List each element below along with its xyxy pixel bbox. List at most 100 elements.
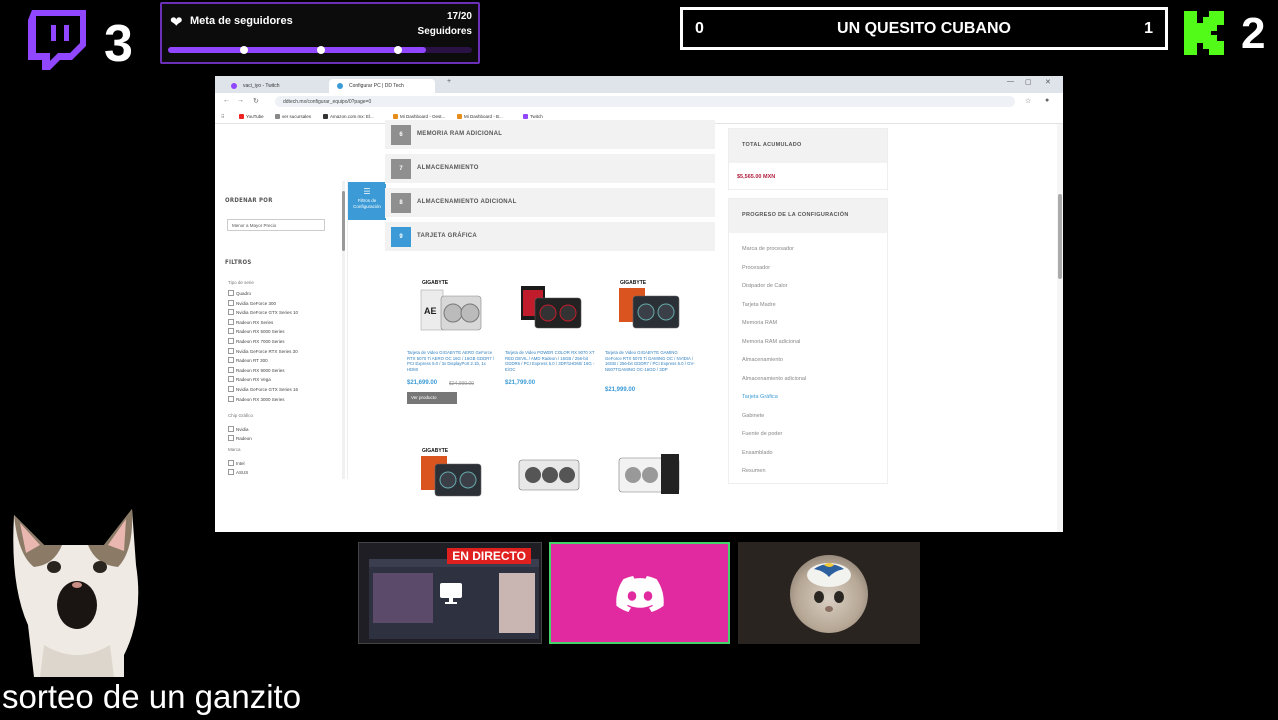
apps-icon[interactable]: ⠿ xyxy=(221,114,224,120)
filter-group-chip: Chip Gráfico xyxy=(228,413,254,418)
profile-icon[interactable]: ● xyxy=(1045,97,1049,104)
progress-step-item[interactable]: Fuente de poder xyxy=(742,431,782,437)
step-label: ALMACENAMIENTO xyxy=(417,165,479,171)
progress-step-item[interactable]: Disipador de Calor xyxy=(742,283,788,289)
filter-checkbox[interactable]: Radeon RX Vega xyxy=(228,376,271,382)
star-icon[interactable]: ☆ xyxy=(1025,97,1031,105)
step-row-active[interactable]: 9 TARJETA GRÁFICA xyxy=(385,222,715,252)
product-title[interactable]: Tarjeta de Video GIGABYTE AERO GeForce R… xyxy=(407,350,497,372)
close-icon[interactable]: ✕ xyxy=(1045,78,1051,86)
filter-checkbox[interactable]: Radeon RX 3000 Series xyxy=(228,396,285,402)
filter-checkbox[interactable]: Nvidia xyxy=(228,426,249,432)
kick-count: 2 xyxy=(1241,9,1266,58)
scrollbar-thumb[interactable] xyxy=(342,191,345,251)
bookmark-dashboard-1[interactable]: Mi Dashboard - Oest... xyxy=(393,114,445,119)
progress-step-item[interactable]: Almacenamiento xyxy=(742,357,783,363)
forward-icon[interactable]: → xyxy=(237,97,244,104)
gpu-product-image xyxy=(518,459,580,491)
step-label: MEMORIA RAM ADICIONAL xyxy=(417,131,503,137)
page-scrollbar[interactable] xyxy=(1057,124,1063,532)
filter-checkbox[interactable]: Intel xyxy=(228,460,245,466)
step-label: ALMACENAMIENTO ADICIONAL xyxy=(417,199,517,205)
product-title[interactable]: Tarjeta de Video POWER COLOR RX 9070 XT … xyxy=(505,350,595,372)
filter-checkbox[interactable]: Nvidia GeForce 300 xyxy=(228,300,276,306)
sort-select[interactable]: Menor a Mayor Precio xyxy=(227,219,325,231)
config-filters-button[interactable]: ☰ Filtros de Configuración xyxy=(348,182,386,220)
filter-checkbox[interactable]: Radeon RT 300 xyxy=(228,357,268,363)
svg-text:GIGABYTE: GIGABYTE xyxy=(422,448,449,454)
step-row[interactable]: 6 MEMORIA RAM ADICIONAL xyxy=(385,120,715,150)
goal-count: 17/20 Seguidores xyxy=(418,9,472,39)
product-title[interactable]: Tarjeta de Video GIGABYTE GAMING GeForce… xyxy=(605,350,695,372)
bookmark-sucursales[interactable]: ver sucursales xyxy=(275,114,311,119)
tab-ddtech[interactable]: Configurar PC | DD Tech xyxy=(329,79,435,93)
progress-step-item[interactable]: Almacenamiento adicional xyxy=(742,376,806,382)
sidebar-scrollbar[interactable] xyxy=(342,181,345,479)
back-icon[interactable]: ← xyxy=(223,97,230,104)
configurator-page: ORDENAR POR Menor a Mayor Precio FILTROS… xyxy=(215,120,1063,532)
new-tab-icon[interactable]: + xyxy=(447,78,451,85)
webcam-tile[interactable] xyxy=(738,542,920,644)
discord-icon xyxy=(616,576,664,612)
total-heading: TOTAL ACUMULADO xyxy=(729,129,887,163)
view-product-button[interactable]: Ver producto xyxy=(407,392,457,404)
filter-checkbox[interactable]: Radeon RX 5000 Series xyxy=(228,328,285,334)
filter-checkbox[interactable]: Quadro xyxy=(228,290,251,296)
minimize-icon[interactable]: — xyxy=(1007,78,1014,85)
filter-checkbox[interactable]: Radeon xyxy=(228,435,252,441)
score-right: 1 xyxy=(1144,20,1153,37)
progress-step-item[interactable]: Resumen xyxy=(742,468,766,474)
filter-checkbox[interactable]: Radeon RX Series xyxy=(228,319,273,325)
participant-tiles: EN DIRECTO xyxy=(358,542,922,646)
discord-tile[interactable] xyxy=(549,542,730,644)
tab-twitch[interactable]: vaci_iyo - Twitch xyxy=(223,79,327,93)
config-filters-label: Filtros de Configuración xyxy=(353,198,381,209)
bookmark-amazon[interactable]: Amazon.com.mx: El... xyxy=(323,114,374,119)
filter-group-series: Tipo de serie xyxy=(228,280,254,285)
filter-checkbox[interactable]: ASUS xyxy=(228,469,248,475)
twitch-logo-icon xyxy=(28,10,86,70)
heart-icon: ❤ xyxy=(170,14,183,31)
reload-icon[interactable]: ↻ xyxy=(253,97,259,105)
gpu-product-image xyxy=(521,286,582,329)
bookmark-youtube[interactable]: YouTube xyxy=(239,114,264,119)
filter-checkbox[interactable]: Nvidia GeForce GTX Series 10 xyxy=(228,309,298,315)
progress-step-item[interactable]: Procesador xyxy=(742,265,770,271)
step-row[interactable]: 8 ALMACENAMIENTO ADICIONAL xyxy=(385,188,715,218)
bookmark-twitch[interactable]: Twitch xyxy=(523,114,543,119)
goal-title: Meta de seguidores xyxy=(190,15,293,27)
progress-step-item[interactable]: Tarjeta Gráfica xyxy=(742,394,778,400)
stream-caption: sorteo de un ganzito xyxy=(2,678,302,715)
avatar xyxy=(790,555,868,633)
follower-goal-widget: ❤ Meta de seguidores 17/20 Seguidores xyxy=(160,2,480,64)
filter-checkbox[interactable]: Nvidia GeForce RTX Series 30 xyxy=(228,348,298,354)
scoreboard: 0 UN QUESITO CUBANO 1 xyxy=(680,7,1168,50)
svg-text:GIGABYTE: GIGABYTE xyxy=(620,280,647,286)
bookmark-dashboard-2[interactable]: Mi Dashboard - B... xyxy=(457,114,503,119)
tab-favicon-icon xyxy=(231,83,237,89)
filter-checkbox[interactable]: Radeon RX 7000 Series xyxy=(228,338,285,344)
step-row[interactable]: 7 ALMACENAMIENTO xyxy=(385,154,715,184)
filter-sidebar: ORDENAR POR Menor a Mayor Precio FILTROS… xyxy=(220,181,348,479)
filter-checkbox[interactable]: Nvidia GeForce GTX Series 16 xyxy=(228,386,298,392)
live-badge: EN DIRECTO xyxy=(447,548,531,564)
scrollbar-thumb[interactable] xyxy=(1058,194,1062,279)
step-number: 7 xyxy=(391,159,411,179)
filter-checkbox[interactable]: Radeon RX 9000 Series xyxy=(228,367,285,373)
progress-step-item[interactable]: Memoria RAM xyxy=(742,320,777,326)
url-field[interactable]: ddtech.mx/configurar_equipo/0?page=0 xyxy=(275,96,1015,107)
progress-step-item[interactable]: Memoria RAM adicional xyxy=(742,339,800,345)
filter-group-brand: Marca xyxy=(228,447,241,452)
step-number: 8 xyxy=(391,193,411,213)
step-number: 9 xyxy=(391,227,411,247)
svg-text:AE: AE xyxy=(424,306,437,316)
gpu-product-image: GIGABYTE xyxy=(619,280,680,329)
goal-progress-bar xyxy=(168,46,472,54)
progress-step-item[interactable]: Tarjeta Madre xyxy=(742,302,776,308)
screen-share-tile[interactable]: EN DIRECTO xyxy=(358,542,542,644)
twitch-count: 3 xyxy=(104,15,133,73)
progress-step-item[interactable]: Marca de procesador xyxy=(742,246,794,252)
maximize-icon[interactable]: ▢ xyxy=(1025,78,1032,86)
progress-step-item[interactable]: Ensamblado xyxy=(742,450,773,456)
progress-step-item[interactable]: Gabinete xyxy=(742,413,764,419)
